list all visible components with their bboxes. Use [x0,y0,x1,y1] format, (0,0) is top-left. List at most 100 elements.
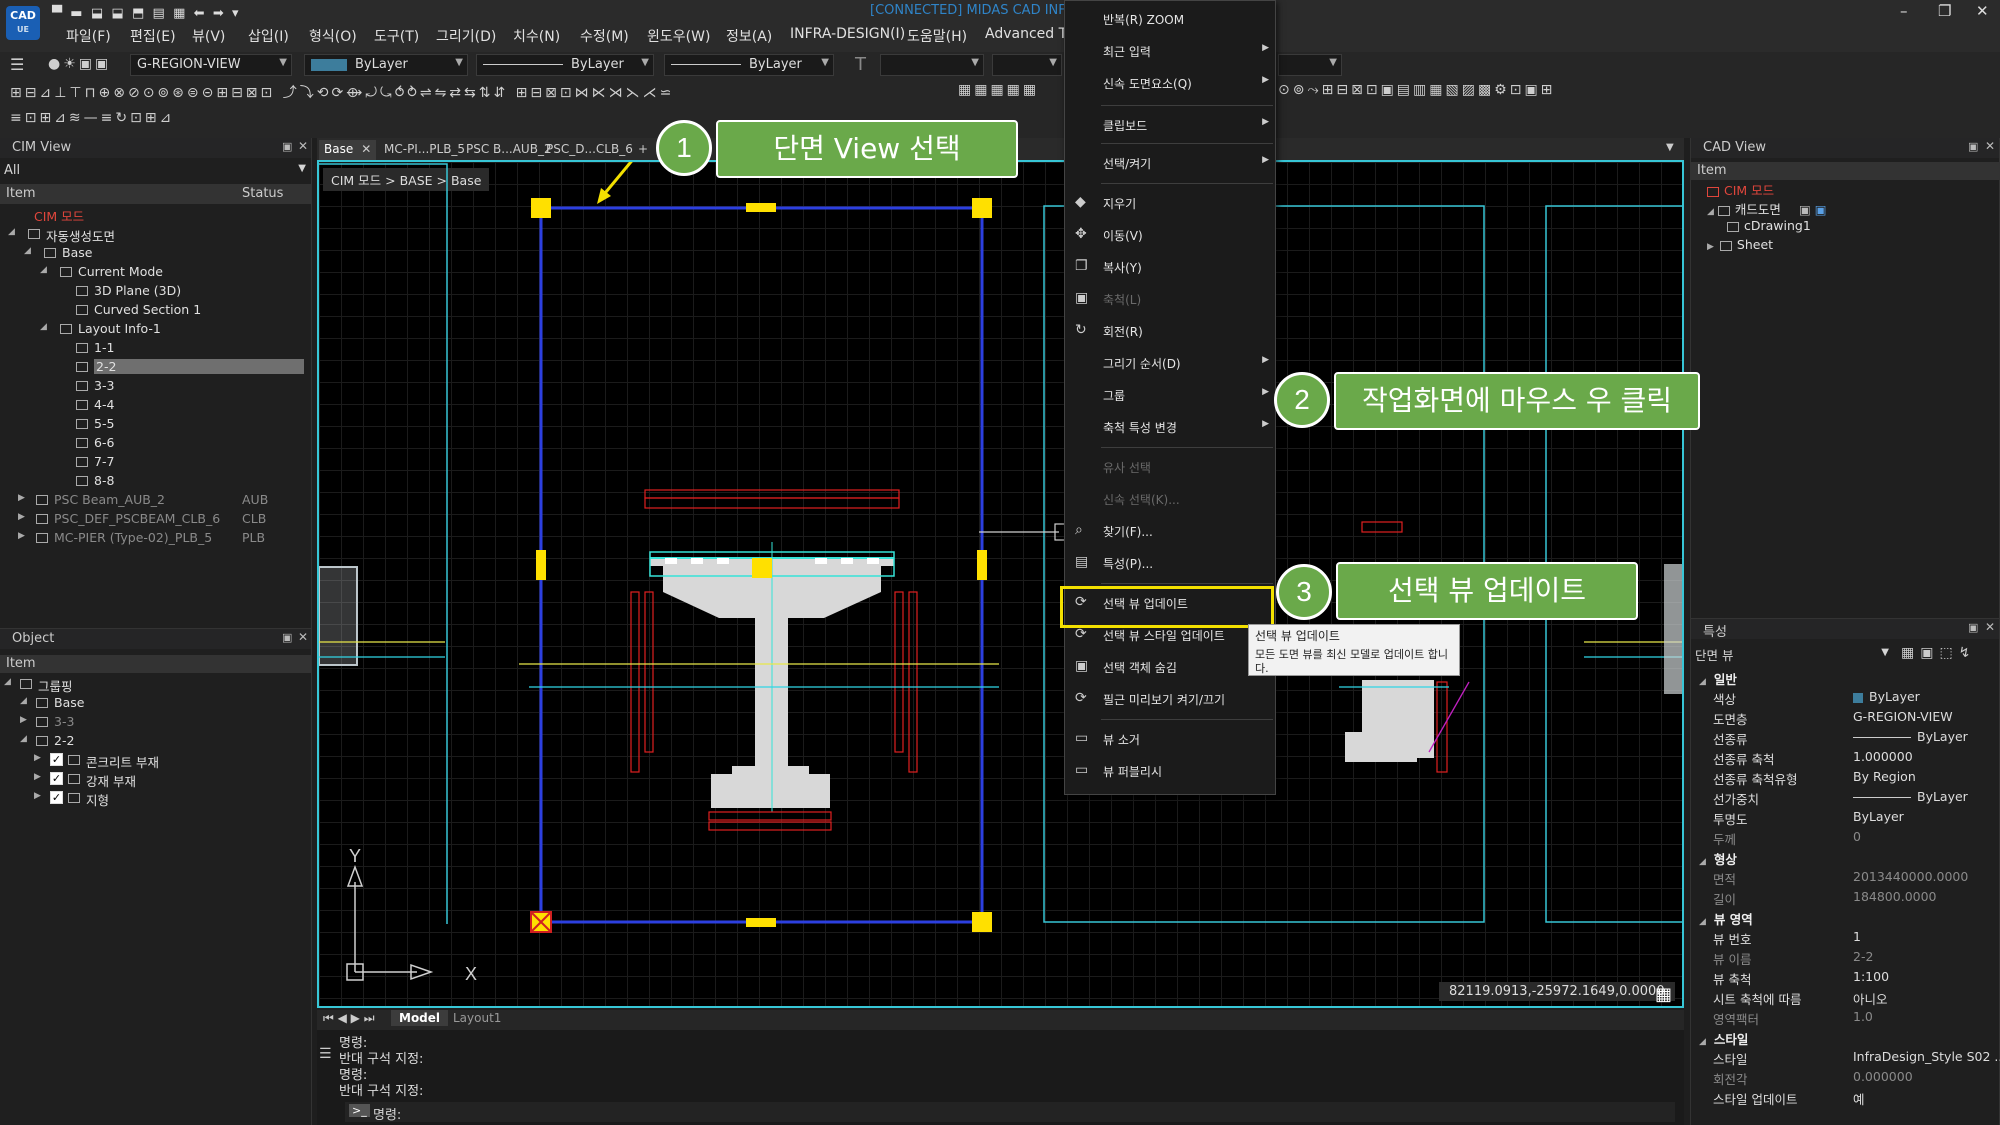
context-menu-item[interactable]: ▤ 특성(P)... [1065,551,1275,575]
context-menu-item[interactable]: ◆ 지우기 [1065,191,1275,215]
context-menu-item[interactable]: ❐ 복사(Y) [1065,255,1275,279]
view-toggle-icon[interactable]: ▣ [1815,202,1827,217]
tree-row[interactable]: 1-1 [0,339,312,358]
property-row[interactable]: 선가중치 ByLayer [1713,789,1999,809]
context-menu-item[interactable]: ▭ 뷰 소거 [1065,727,1275,751]
tree-row[interactable]: 7-7 [0,453,312,472]
save-as-icon[interactable]: ⬓ [111,6,123,21]
checkbox[interactable]: ✓ [50,772,63,785]
view-tools-icons[interactable]: ≡⊡⊞⊿≋—≡↻⊡⊞⊿ [10,110,290,126]
menu-item[interactable]: 형식(O) [309,26,357,46]
close-icon[interactable]: ✕ [298,630,308,644]
table-tools-icons[interactable]: ▦▦▦▦▦ [958,82,1062,98]
tab-layout1[interactable]: Layout1 [453,1011,501,1025]
menu-item[interactable]: 파일(F) [66,26,111,46]
grip-top-left[interactable] [531,198,551,218]
pin-icon[interactable]: ▣ [282,140,292,153]
property-toolbar-icons[interactable]: ▦▣⬚↯ [1901,645,1976,661]
cad-tree-drawing1[interactable]: cDrawing1 [1727,218,1811,237]
property-row[interactable]: 두께 0 [1713,829,1999,849]
minimize-button[interactable]: – [1900,2,1908,20]
property-row[interactable]: 뷰 축척 1:100 [1713,969,1999,989]
context-menu-item[interactable]: 클립보드 ▶ [1065,113,1275,137]
object-row[interactable]: ▶ ✓ 지형 [0,789,312,808]
object-row[interactable]: ◢ 2-2 [0,732,312,751]
object-row[interactable]: ▶ ✓ 콘크리트 부재 [0,751,312,770]
grip-bottom-right[interactable] [972,912,992,932]
close-icon[interactable]: ✕ [1985,139,1995,153]
tree-row[interactable]: ◢ Layout Info-1 [0,320,312,339]
print-icon[interactable]: ▤ [153,6,165,21]
view-toggle-icon[interactable]: ▣ [1799,202,1811,217]
tree-row[interactable]: 4-4 [0,396,312,415]
menu-item[interactable]: 그리기(D) [436,26,496,46]
property-row[interactable]: 도면층 G-REGION-VIEW [1713,709,1999,729]
tree-row[interactable]: Curved Section 1 [0,301,312,320]
grip-right-mid[interactable] [977,550,987,580]
grip-center[interactable] [752,558,772,578]
grip-left-mid[interactable] [536,550,546,580]
context-menu-item[interactable]: ↻ 회전(R) [1065,319,1275,343]
context-menu-item[interactable]: 그룹 ▶ [1065,383,1275,407]
property-row[interactable]: 선종류 축척 1.000000 [1713,749,1999,769]
dropdown-chevron-icon[interactable]: ▾ [232,6,239,21]
new-tab-button[interactable]: + [633,140,653,160]
context-menu-item[interactable]: 반복(R) ZOOM [1065,7,1275,31]
property-category[interactable]: ◢ 뷰 영역 [1699,909,1999,929]
new-file-icon[interactable]: ▀ [52,6,62,21]
context-menu-item[interactable]: ⟳ 필근 미리보기 켜기/끄기 [1065,687,1275,711]
tree-row[interactable]: ◢ 자동생성도면 [0,225,312,244]
tree-row[interactable]: ▶ PSC_DEF_PSCBEAM_CLB_6 CLB [0,510,312,529]
property-row[interactable]: 스타일 업데이트 예 [1713,1089,1999,1109]
tree-row[interactable]: 2-2 [0,358,312,377]
grip-top-mid[interactable] [746,203,776,212]
object-row[interactable]: ▶ 3-3 [0,713,312,732]
property-category[interactable]: ◢ 형상 [1699,849,1999,869]
redo-icon[interactable]: ➡ [213,6,224,21]
context-menu-item[interactable]: ⌕ 찾기(F)... [1065,519,1275,543]
pin-icon[interactable]: ▣ [1968,140,1978,153]
tab-list-chevron-icon[interactable]: ▼ [1666,142,1674,153]
layer-manager-icon[interactable]: ☰ [10,55,24,74]
property-row[interactable]: 색상 ByLayer [1713,689,1999,709]
tab-model[interactable]: Model [391,1010,449,1026]
property-row[interactable]: 길이 184800.0000 [1713,889,1999,909]
property-row[interactable]: 뷰 이름 2-2 [1713,949,1999,969]
menu-item[interactable]: Advanced To [985,26,1073,42]
object-row[interactable]: ◢ 그룹핑 [0,675,312,694]
context-menu-item[interactable]: 신속 도면요소(Q) ▶ [1065,71,1275,95]
property-row[interactable]: 영역팩터 1.0 [1713,1009,1999,1029]
menu-item[interactable]: 삽입(I) [248,26,289,46]
linetype-combo[interactable]: ByLayer ▼ [476,54,654,76]
menu-item[interactable]: 윈도우(W) [647,26,710,46]
close-icon[interactable]: ✕ [298,139,308,153]
property-row[interactable]: 회전각 0.000000 [1713,1069,1999,1089]
property-selector[interactable]: 단면 뷰 ▼ [1695,645,1891,665]
open-folder-icon[interactable]: ▬ [70,6,82,21]
context-menu-item[interactable]: 그리기 순서(D) ▶ [1065,351,1275,375]
context-menu-item[interactable]: 최근 입력 ▶ [1065,39,1275,63]
cad-tree-root[interactable]: CIM 모드 [1707,180,1774,199]
property-row[interactable]: 선종류 ByLayer [1713,729,1999,749]
tree-row[interactable]: 6-6 [0,434,312,453]
grip-top-right[interactable] [972,198,992,218]
preview-icon[interactable]: ▦ [173,6,185,21]
tree-row[interactable]: 3-3 [0,377,312,396]
context-menu-item[interactable]: ▣ 선택 객체 숨김 [1065,655,1275,679]
context-menu-item[interactable]: ✥ 이동(V) [1065,223,1275,247]
cim-root[interactable]: CIM 모드 [34,206,84,225]
menu-item[interactable]: 도움말(H) [907,26,967,46]
export-icon[interactable]: ⬒ [132,6,144,21]
command-menu-icon[interactable]: ☰ [319,1046,332,1062]
menu-item[interactable]: 수정(M) [580,26,629,46]
property-row[interactable]: 선종류 축척유형 By Region [1713,769,1999,789]
grip-bottom-mid[interactable] [746,918,776,927]
command-input[interactable]: >_ 명령: [345,1102,1675,1123]
checkbox[interactable]: ✓ [50,753,63,766]
undo-icon[interactable]: ⬅ [194,6,205,21]
menu-item[interactable]: 도구(T) [374,26,419,46]
property-category[interactable]: ◢ 일반 [1699,669,1999,689]
context-menu-item[interactable]: 축척 특성 변경 ▶ [1065,415,1275,439]
context-menu-item[interactable]: 선택/켜기 ▶ [1065,151,1275,175]
layer-combo[interactable]: G-REGION-VIEW ▼ [130,54,292,76]
